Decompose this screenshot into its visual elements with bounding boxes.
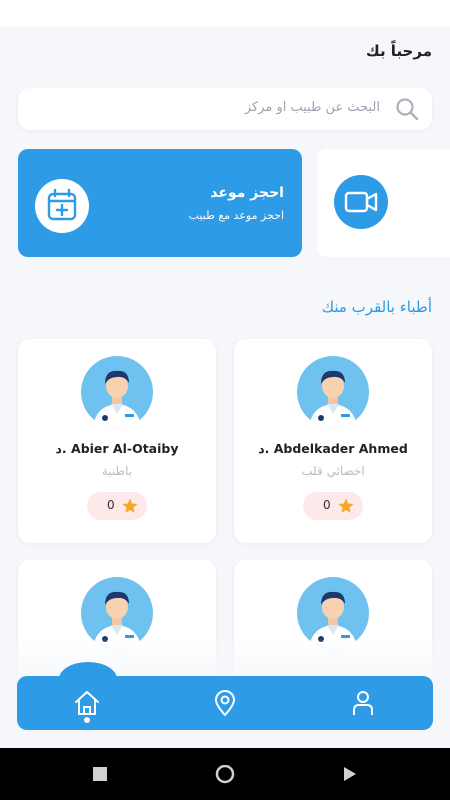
user-icon[interactable] <box>348 688 378 718</box>
book-appointment-subtitle: احجز موعد مع طبيب <box>188 209 284 222</box>
active-dot <box>84 717 90 723</box>
home-icon[interactable] <box>72 688 102 718</box>
rating-badge: 0 <box>303 492 363 520</box>
doctor-avatar <box>81 356 153 428</box>
status-bar <box>0 0 450 26</box>
system-nav-bar <box>0 748 450 800</box>
video-icon-circle <box>334 175 388 229</box>
home-screen: مرحباً بك البحث عن طبيب او مركز احجز موع… <box>0 26 450 748</box>
video-camera-icon <box>344 191 378 213</box>
search-placeholder: البحث عن طبيب او مركز <box>244 100 380 115</box>
doctor-avatar <box>297 356 369 428</box>
doctor-name: Abier Al-Otaiby .د <box>55 441 179 456</box>
doctor-card[interactable]: Abdelkader Ahmed .د اخصائي قلب 0 <box>234 339 432 543</box>
nearby-doctors-title: أطباء بالقرب منك <box>321 298 432 316</box>
recent-apps-icon[interactable] <box>92 765 108 783</box>
doctor-name: Abdelkader Ahmed .د <box>258 441 408 456</box>
doctor-illustration <box>93 370 141 428</box>
rating-badge: 0 <box>87 492 147 520</box>
doctor-specialty: اخصائي قلب <box>301 464 365 478</box>
home-system-icon[interactable] <box>215 765 235 785</box>
greeting-title: مرحباً بك <box>365 42 432 60</box>
star-icon <box>122 498 138 513</box>
video-consult-card[interactable] <box>317 149 450 257</box>
rating-value: 0 <box>107 498 115 512</box>
rating-value: 0 <box>323 498 331 512</box>
search-icon <box>396 98 419 121</box>
doctor-card[interactable]: Abier Al-Otaiby .د باطنية 0 <box>18 339 216 543</box>
book-appointment-title: احجز موعد <box>210 185 284 201</box>
calendar-icon-circle <box>35 179 89 233</box>
doctor-specialty: باطنية <box>101 464 133 478</box>
search-input[interactable]: البحث عن طبيب او مركز <box>18 88 432 130</box>
calendar-icon <box>47 188 77 221</box>
bottom-nav <box>17 662 433 730</box>
back-icon[interactable] <box>342 765 358 783</box>
location-pin-icon[interactable] <box>210 688 240 718</box>
book-appointment-card[interactable]: احجز موعد احجز موعد مع طبيب <box>18 149 302 257</box>
doctor-illustration <box>309 370 357 428</box>
star-icon <box>338 498 354 513</box>
